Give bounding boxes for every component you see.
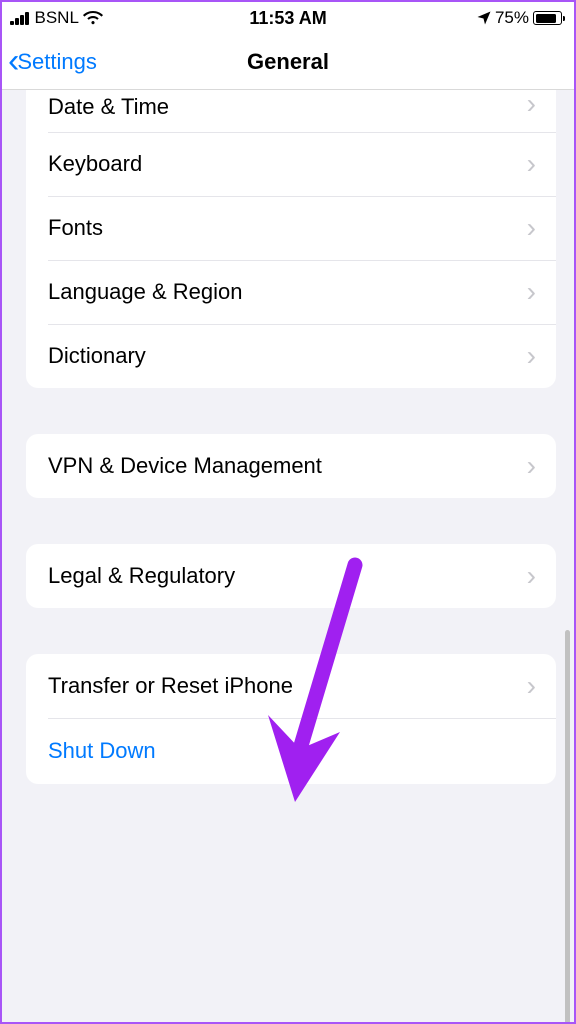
row-label: Keyboard <box>48 151 142 177</box>
wifi-icon <box>83 11 103 25</box>
group-gap <box>26 608 556 654</box>
row-label: VPN & Device Management <box>48 453 322 479</box>
settings-group-general: Date & Time › Keyboard › Fonts › Languag… <box>26 90 556 388</box>
row-label: Fonts <box>48 215 103 241</box>
row-label: Legal & Regulatory <box>48 563 235 589</box>
row-date-time[interactable]: Date & Time › <box>26 90 556 132</box>
row-label: Shut Down <box>48 738 156 764</box>
chevron-right-icon: › <box>527 450 536 482</box>
content-area: Date & Time › Keyboard › Fonts › Languag… <box>2 90 574 1022</box>
row-language-region[interactable]: Language & Region › <box>26 260 556 324</box>
carrier-label: BSNL <box>35 8 79 28</box>
row-label: Dictionary <box>48 343 146 369</box>
back-button[interactable]: ‹ Settings <box>2 48 97 75</box>
group-gap <box>26 498 556 544</box>
location-icon <box>477 11 491 25</box>
settings-group-vpn: VPN & Device Management › <box>26 434 556 498</box>
status-bar-left: BSNL <box>10 8 103 28</box>
group-gap <box>26 388 556 434</box>
chevron-right-icon: › <box>527 560 536 592</box>
back-label: Settings <box>17 49 97 75</box>
settings-general-screen: BSNL 11:53 AM 75% ‹ Settings General Dat… <box>2 2 574 1022</box>
chevron-right-icon: › <box>527 340 536 372</box>
chevron-right-icon: › <box>527 212 536 244</box>
battery-percent: 75% <box>495 8 529 28</box>
row-fonts[interactable]: Fonts › <box>26 196 556 260</box>
chevron-right-icon: › <box>527 276 536 308</box>
row-vpn-device-mgmt[interactable]: VPN & Device Management › <box>26 434 556 498</box>
nav-bar: ‹ Settings General <box>2 34 574 90</box>
row-label: Date & Time <box>48 94 169 120</box>
status-bar: BSNL 11:53 AM 75% <box>2 2 574 34</box>
status-time: 11:53 AM <box>249 8 326 29</box>
chevron-right-icon: › <box>527 148 536 180</box>
settings-group-legal: Legal & Regulatory › <box>26 544 556 608</box>
battery-icon <box>533 11 562 25</box>
row-label: Transfer or Reset iPhone <box>48 673 293 699</box>
row-legal-regulatory[interactable]: Legal & Regulatory › <box>26 544 556 608</box>
row-dictionary[interactable]: Dictionary › <box>26 324 556 388</box>
row-shut-down[interactable]: Shut Down <box>26 718 556 784</box>
row-transfer-reset[interactable]: Transfer or Reset iPhone › <box>26 654 556 718</box>
row-label: Language & Region <box>48 279 243 305</box>
status-bar-right: 75% <box>477 8 562 28</box>
chevron-right-icon: › <box>527 670 536 702</box>
chevron-right-icon: › <box>527 90 536 120</box>
cellular-signal-icon <box>10 12 29 25</box>
scroll-indicator <box>565 630 570 1022</box>
page-title: General <box>247 49 329 75</box>
row-keyboard[interactable]: Keyboard › <box>26 132 556 196</box>
settings-group-reset: Transfer or Reset iPhone › Shut Down <box>26 654 556 784</box>
